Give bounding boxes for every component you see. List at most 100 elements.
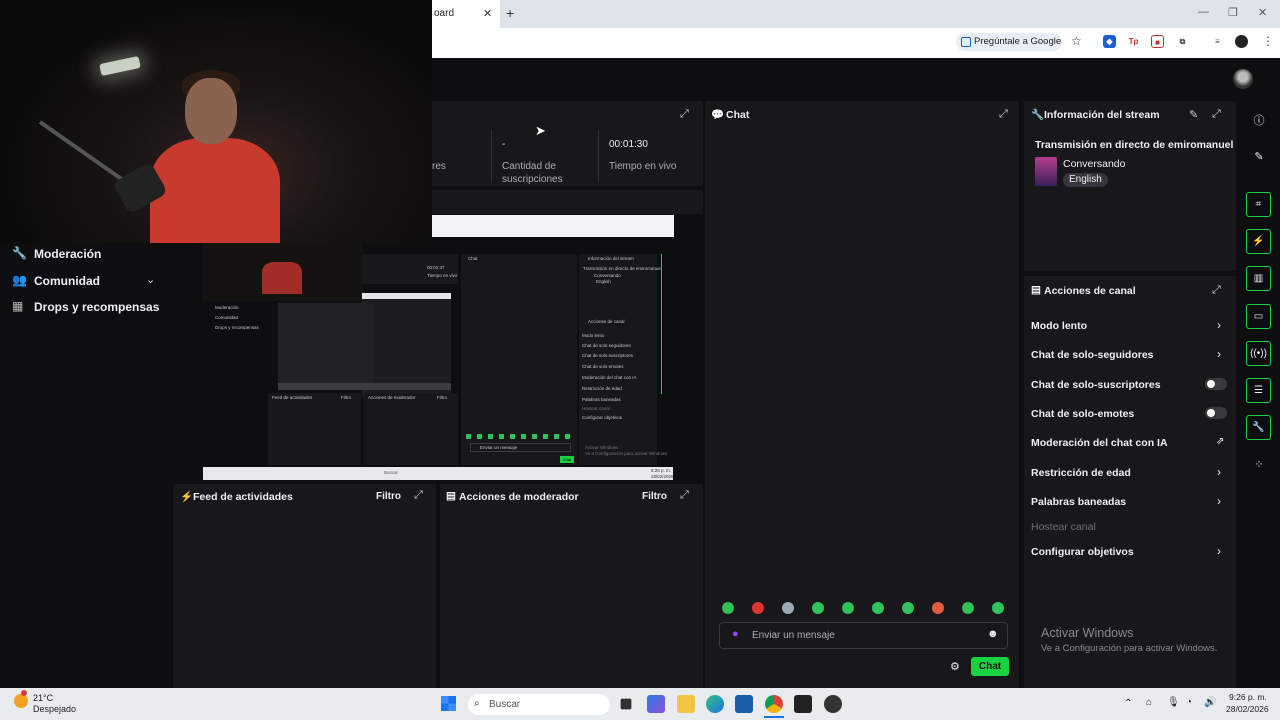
preview-mod-filter: Filtro [437,395,447,400]
add-action-icon[interactable]: ⁘ [1250,458,1268,471]
action-followers-only[interactable]: Chat de solo-seguidores [1031,349,1154,361]
mod-actions-filter[interactable]: Filtro [642,491,667,502]
emote[interactable] [962,602,974,614]
maximize-button[interactable]: ❐ [1228,6,1238,19]
app-icon[interactable] [794,695,812,713]
network-icon[interactable]: ⌂ [1146,697,1152,708]
sidebar-item-moderacion[interactable]: Moderación [34,247,101,261]
action-age-restriction[interactable]: Restricción de edad [1031,467,1131,479]
rail-bolt-button[interactable]: ⚡ [1246,229,1271,254]
store-icon[interactable] [735,695,753,713]
clock-time[interactable]: 9:26 p. m. [1229,692,1267,702]
popout-icon[interactable]: ⤢ [999,108,1008,121]
edge-icon[interactable] [706,695,724,713]
chevron-right-icon[interactable]: › [1217,465,1221,479]
rail-wrench-button[interactable]: 🔧 [1246,415,1271,440]
popout-icon[interactable]: ⤢ [414,489,423,502]
category-boxart[interactable] [1035,157,1057,186]
gear-icon[interactable]: ⚙ [950,660,960,673]
emote[interactable] [782,602,794,614]
windows-start-icon[interactable] [441,696,456,711]
file-explorer-icon[interactable] [677,695,695,713]
sidebar-item-comunidad[interactable]: Comunidad [34,274,100,288]
chevron-right-icon[interactable]: › [1217,318,1221,332]
streamer-shirt [150,138,280,243]
subs-only-toggle[interactable] [1205,378,1227,390]
user-avatar[interactable] [1233,69,1253,89]
emote[interactable] [812,602,824,614]
stat-label-cut: res [432,161,446,172]
ask-google-button[interactable]: Pregúntale a Google [956,33,1062,51]
extension-tp-icon[interactable]: Tp [1127,35,1140,48]
rail-chat-button[interactable]: ▭ [1246,304,1271,329]
tray-chevron-icon[interactable]: ⌃ [1124,698,1132,709]
external-link-icon[interactable]: ⇗ [1216,436,1224,447]
stream-category[interactable]: Conversando [1063,158,1125,170]
chevron-down-icon[interactable]: ⌄ [146,273,155,286]
action-slow-mode[interactable]: Modo lento [1031,320,1087,332]
rail-broadcast-button[interactable]: ((•)) [1246,341,1271,366]
emote[interactable] [752,602,764,614]
info-icon[interactable]: ⓘ [1250,112,1268,128]
wrench-icon: 🔧 [1252,422,1265,433]
tab-close-icon[interactable]: ✕ [483,7,492,20]
rail-clip-button[interactable]: ⌗ [1246,192,1271,217]
action-host-channel: Hostear canal [1031,521,1096,533]
microphone-icon[interactable]: ● [732,628,739,640]
close-window-button[interactable]: ✕ [1258,6,1267,19]
taskbar-search[interactable]: Buscar [468,694,610,715]
weather-sun-icon[interactable] [14,694,28,708]
extensions-puzzle-icon[interactable]: ⧉ [1176,35,1189,48]
mic-tray-icon[interactable]: 🎙 [1167,697,1180,708]
volume-icon[interactable]: 🔊 [1204,697,1216,708]
emoji-icon[interactable]: ☻ [987,628,999,640]
new-tab-button[interactable]: + [506,5,514,21]
chevron-right-icon[interactable]: › [1217,494,1221,508]
rail-note-button[interactable]: ▥ [1246,266,1271,291]
wrench-icon: 🔧 [1031,109,1045,121]
chrome-icon[interactable] [765,695,783,713]
emote[interactable] [842,602,854,614]
weather-temp[interactable]: 21°C [33,693,53,703]
popout-icon[interactable]: ⤢ [1212,108,1221,121]
task-view-icon[interactable] [620,698,632,710]
clock-date[interactable]: 28/02/2026 [1226,704,1269,714]
activity-feed-filter[interactable]: Filtro [376,491,401,502]
sidebar-item-drops[interactable]: Drops y recompensas [34,300,159,314]
obs-icon[interactable] [824,695,842,713]
action-emotes-only[interactable]: Chat de solo-emotes [1031,408,1134,420]
emote[interactable] [902,602,914,614]
action-goals[interactable]: Configurar objetivos [1031,546,1134,558]
subs-label-2: suscripciones [502,174,563,185]
browser-menu-icon[interactable]: ⋮ [1262,34,1274,48]
pencil-icon[interactable]: ✎ [1250,150,1268,163]
preview-nav-3: Drops y recompensas [215,325,259,330]
emote[interactable] [932,602,944,614]
extension-record-icon[interactable]: ■ [1151,35,1164,48]
edit-icon[interactable]: ✎ [1189,108,1198,121]
chat-send-button[interactable]: Chat [971,657,1009,676]
notification-dot [21,690,27,696]
emotes-only-toggle[interactable] [1205,407,1227,419]
profile-avatar[interactable] [1235,35,1248,48]
preview-action-9: Configurar objetivos [582,415,623,420]
action-banned-words[interactable]: Palabras baneadas [1031,496,1126,508]
copilot-icon[interactable] [647,695,665,713]
bookmark-star-icon[interactable]: ☆ [1071,34,1082,48]
action-subs-only[interactable]: Chat de solo-suscriptores [1031,379,1161,391]
popout-icon[interactable]: ⤢ [680,108,689,121]
action-ai-moderation[interactable]: Moderación del chat con IA [1031,437,1168,449]
minimize-button[interactable]: — [1198,6,1209,18]
emote[interactable] [992,602,1004,614]
wifi-icon[interactable]: ◔ [1186,697,1192,708]
emote[interactable] [872,602,884,614]
popout-icon[interactable]: ⤢ [680,489,689,502]
extension-icon[interactable]: ◆ [1103,35,1116,48]
tab-search-icon[interactable]: ≡ [1211,35,1224,48]
chevron-right-icon[interactable]: › [1217,544,1221,558]
preview-info-stream: Transmisión en directo de emiromanuel [583,266,662,271]
popout-icon[interactable]: ⤢ [1212,284,1221,297]
emote[interactable] [722,602,734,614]
rail-server-button[interactable]: ☰ [1246,378,1271,403]
chevron-right-icon[interactable]: › [1217,347,1221,361]
